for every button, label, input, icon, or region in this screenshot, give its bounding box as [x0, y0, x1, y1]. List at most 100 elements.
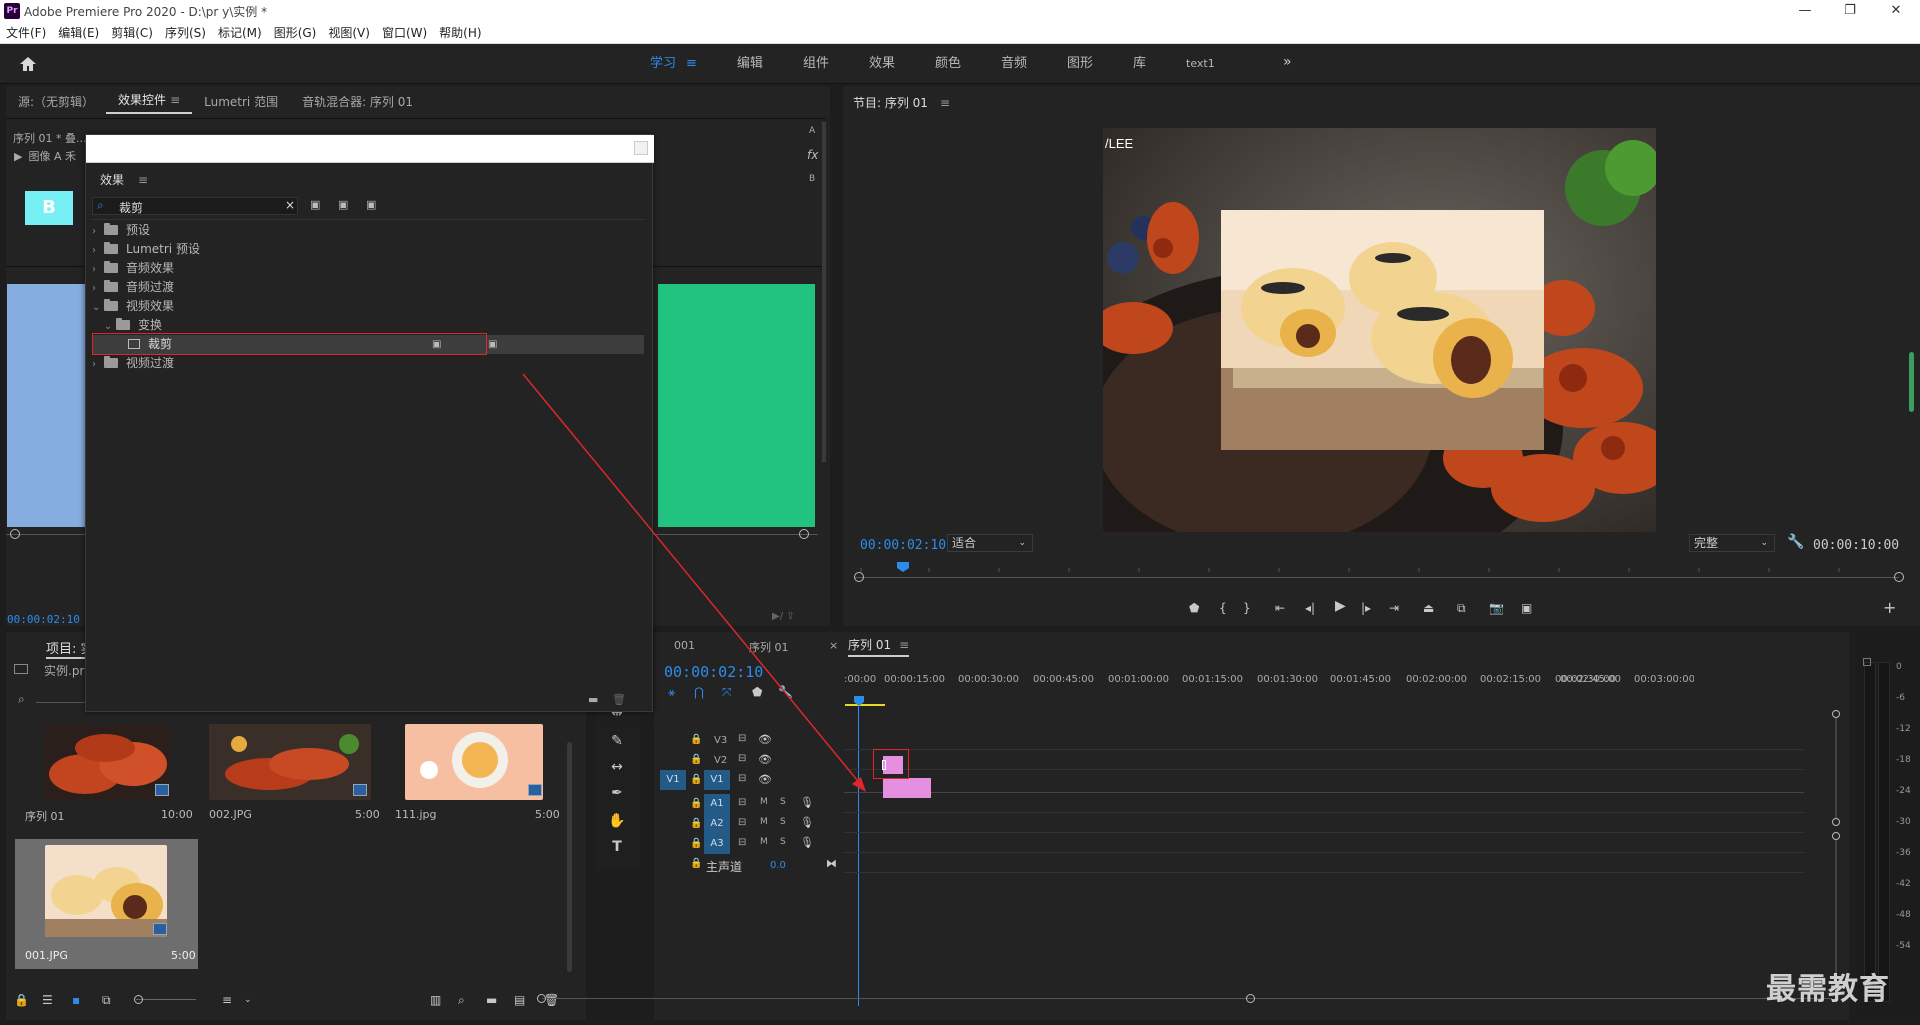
- go-to-in-icon[interactable]: ⇤: [1275, 600, 1285, 616]
- panel-menu-icon[interactable]: ≡: [940, 96, 950, 110]
- solo-button[interactable]: S: [780, 797, 786, 807]
- program-video-frame[interactable]: /LEE: [1103, 128, 1656, 532]
- wrench-icon[interactable]: 🔧: [1787, 534, 1804, 550]
- eye-icon[interactable]: 👁: [758, 773, 772, 786]
- extract-icon[interactable]: ⧉: [1457, 600, 1466, 616]
- project-item-sequence[interactable]: 序列 01 10:00: [15, 724, 198, 823]
- new-bin-icon[interactable]: ▬: [486, 992, 497, 1008]
- sync-lock-icon[interactable]: ⊟: [738, 773, 746, 784]
- program-side-scrollbar[interactable]: [1909, 352, 1914, 412]
- step-forward-icon[interactable]: |▸: [1361, 600, 1371, 616]
- lock-track-icon[interactable]: 🔒: [690, 858, 702, 869]
- track-v2-label[interactable]: V2: [714, 755, 727, 766]
- timeline-timecode[interactable]: 00:00:02:10: [664, 663, 763, 681]
- lock-track-icon[interactable]: 🔒: [690, 798, 702, 809]
- clip-v1[interactable]: [883, 778, 931, 798]
- comparison-view-icon[interactable]: ▣: [1521, 600, 1532, 616]
- restore-icon[interactable]: ❐: [1827, 0, 1873, 22]
- window-close-icon[interactable]: [634, 141, 648, 155]
- mark-in-icon[interactable]: {: [1219, 600, 1227, 616]
- menu-graphics[interactable]: 图形(G): [268, 22, 323, 44]
- work-area-bar[interactable]: [845, 704, 885, 706]
- lock-track-icon[interactable]: 🔒: [690, 774, 702, 785]
- sync-lock-icon[interactable]: ⊟: [738, 753, 746, 764]
- solo-button[interactable]: S: [780, 837, 786, 847]
- tree-item-presets[interactable]: › 预设: [92, 221, 644, 240]
- program-time-ruler[interactable]: [859, 560, 1899, 572]
- minimize-icon[interactable]: —: [1782, 0, 1828, 22]
- timeline-ruler[interactable]: :00:00 00:00:15:00 00:00:30:00 00:00:45:…: [844, 674, 1624, 692]
- workspace-tab-color[interactable]: 颜色: [915, 44, 981, 84]
- type-tool-icon[interactable]: T: [608, 838, 626, 856]
- mark-out-icon[interactable]: }: [1243, 600, 1251, 616]
- snap-magnet-icon[interactable]: ⋂: [694, 684, 704, 700]
- pen-tool-icon[interactable]: ✒: [608, 784, 626, 802]
- microphone-icon[interactable]: 🎙: [800, 816, 814, 829]
- close-tab-icon[interactable]: ×: [829, 639, 838, 652]
- track-v3-label[interactable]: V3: [714, 735, 727, 746]
- ec-scrollbar[interactable]: [822, 122, 826, 462]
- timeline-tab-seq-active[interactable]: 序列 01 ≡: [848, 636, 910, 657]
- freeform-view-icon[interactable]: ⧉: [102, 992, 111, 1008]
- workspace-tab-edit[interactable]: 编辑: [717, 44, 783, 84]
- menu-view[interactable]: 视图(V): [322, 22, 376, 44]
- timeline-hscroll-handle-right[interactable]: [1246, 994, 1255, 1003]
- workspace-tab-text1[interactable]: text1: [1166, 44, 1235, 84]
- trash-icon[interactable]: 🗑: [544, 992, 559, 1008]
- automate-to-sequence-icon[interactable]: ▥: [430, 992, 441, 1008]
- export-frame-camera-icon[interactable]: 📷: [1489, 600, 1504, 616]
- sync-lock-icon[interactable]: ⊟: [738, 817, 746, 828]
- eye-icon[interactable]: 👁: [758, 733, 772, 746]
- zoom-handle-right[interactable]: [799, 529, 809, 539]
- master-volume-value[interactable]: 0.0: [770, 860, 786, 871]
- master-go-to-edit-icon[interactable]: ⧓: [826, 857, 837, 870]
- timeline-marker-icon[interactable]: ⬟: [752, 684, 762, 700]
- sync-lock-icon[interactable]: ⊟: [738, 837, 746, 848]
- timeline-tab-seq-a[interactable]: 序列 01: [749, 639, 789, 655]
- tree-item-audio-transitions[interactable]: › 音频过渡: [92, 278, 644, 297]
- project-item-002[interactable]: 002.JPG 5:00: [205, 724, 388, 821]
- quality-dropdown[interactable]: 完整 ⌄: [1689, 534, 1775, 552]
- clear-search-icon[interactable]: ×: [285, 198, 295, 212]
- project-item-111[interactable]: 111.jpg 5:00: [395, 724, 578, 821]
- menu-markers[interactable]: 标记(M): [212, 22, 268, 44]
- tree-item-video-effects[interactable]: ⌄ 视频效果: [92, 297, 644, 316]
- chevron-down-icon[interactable]: ⌄: [244, 992, 252, 1008]
- lock-track-icon[interactable]: 🔒: [690, 838, 702, 849]
- program-playhead-timecode[interactable]: 00:00:02:10: [860, 538, 946, 553]
- button-editor-plus-icon[interactable]: +: [1883, 600, 1896, 616]
- nest-icon[interactable]: ⚹: [668, 684, 675, 700]
- lock-track-icon[interactable]: 🔒: [690, 818, 702, 829]
- microphone-icon[interactable]: 🎙: [800, 836, 814, 849]
- project-scrollbar[interactable]: [567, 742, 572, 972]
- workspace-tab-libraries[interactable]: 库: [1113, 44, 1166, 84]
- workspace-tab-effects[interactable]: 效果: [849, 44, 915, 84]
- panel-menu-icon[interactable]: ≡: [138, 173, 148, 187]
- accelerated-effects-icon[interactable]: ▣: [310, 198, 320, 211]
- razor-tool-icon[interactable]: ✎: [608, 732, 626, 750]
- find-icon[interactable]: ⌕: [458, 992, 465, 1008]
- program-zoom-handle-left[interactable]: [854, 572, 864, 582]
- eye-icon[interactable]: 👁: [758, 753, 772, 766]
- linked-selection-icon[interactable]: ⤧: [722, 684, 732, 700]
- track-a2-label[interactable]: A2: [704, 814, 730, 834]
- tab-source[interactable]: 源:（无剪辑）: [6, 93, 106, 110]
- menu-edit[interactable]: 编辑(E): [52, 22, 105, 44]
- step-back-icon[interactable]: ◂|: [1305, 600, 1315, 616]
- lock-track-icon[interactable]: 🔒: [690, 754, 702, 765]
- yuv-effects-icon[interactable]: ▣: [366, 198, 376, 211]
- timeline-settings-wrench-icon[interactable]: 🔧: [778, 684, 793, 700]
- menu-file[interactable]: 文件(F): [0, 22, 52, 44]
- export-frame-icon[interactable]: ▶/ ⇪: [772, 611, 795, 622]
- microphone-icon[interactable]: 🎙: [800, 796, 814, 809]
- tree-item-video-transitions[interactable]: › 视频过渡: [92, 354, 644, 373]
- search-icon[interactable]: ⌕: [18, 692, 25, 707]
- panel-menu-icon[interactable]: ≡: [170, 93, 180, 107]
- hand-tool-icon[interactable]: ✋: [608, 812, 626, 830]
- new-item-icon[interactable]: ▤: [514, 992, 525, 1008]
- menu-sequence[interactable]: 序列(S): [159, 22, 212, 44]
- project-item-001-selected[interactable]: 001.JPG 5:00: [15, 839, 198, 969]
- timeline-vscroll-handle-audio[interactable]: [1832, 832, 1840, 840]
- program-zoom-handle-right[interactable]: [1894, 572, 1904, 582]
- lock-track-icon[interactable]: 🔒: [690, 734, 702, 745]
